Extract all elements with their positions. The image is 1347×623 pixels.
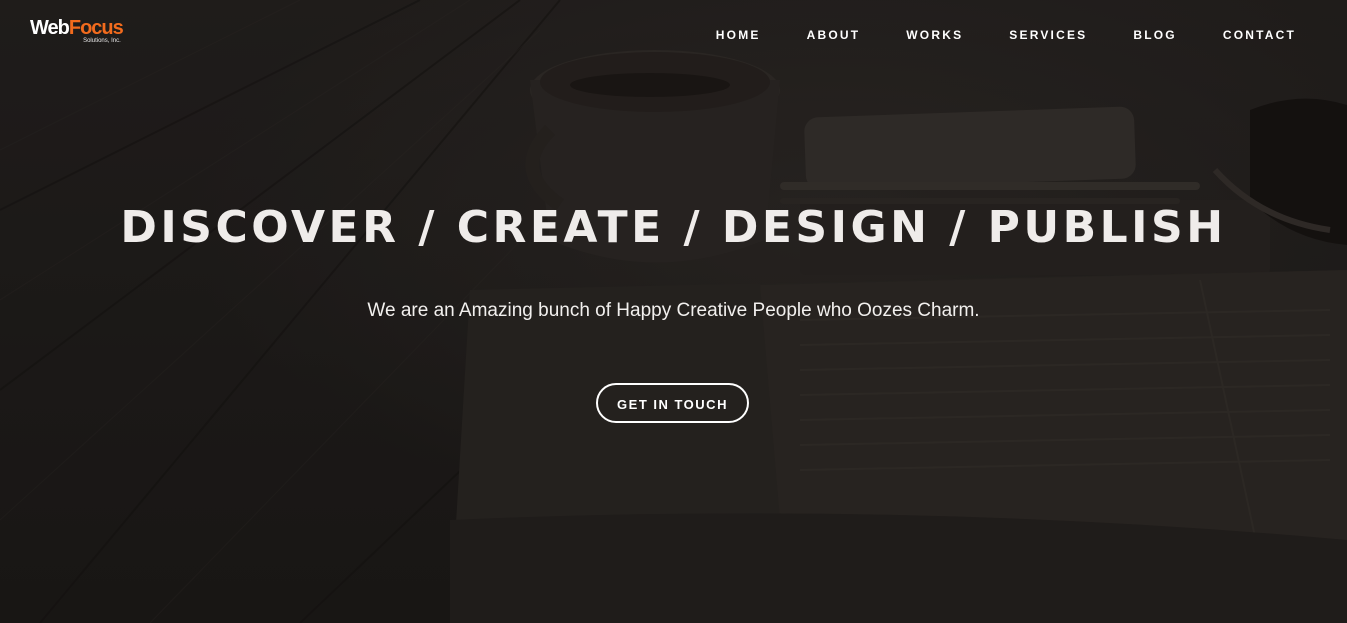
logo-word-web: Web [30,17,70,39]
logo[interactable]: WebFocus Solutions, Inc. [30,17,124,44]
hero-headline: DISCOVER / CREATE / DESIGN / PUBLISH [120,202,1227,253]
nav-link-about[interactable]: ABOUT [807,28,861,42]
nav-link-services[interactable]: SERVICES [1009,28,1087,42]
logo-wordmark: WebFocus [30,17,124,39]
nav-link-works[interactable]: WORKS [906,28,963,42]
get-in-touch-button[interactable]: GET IN TOUCH [596,383,749,423]
hero-section: WebFocus Solutions, Inc. HOME ABOUT WORK… [0,0,1347,623]
nav-link-blog[interactable]: BLOG [1133,28,1176,42]
main-nav: HOME ABOUT WORKS SERVICES BLOG CONTACT [670,28,1296,42]
nav-link-contact[interactable]: CONTACT [1223,28,1296,42]
nav-link-home[interactable]: HOME [716,28,761,42]
hero-tagline: We are an Amazing bunch of Happy Creativ… [367,300,980,321]
logo-word-focus: Focus [68,17,124,39]
